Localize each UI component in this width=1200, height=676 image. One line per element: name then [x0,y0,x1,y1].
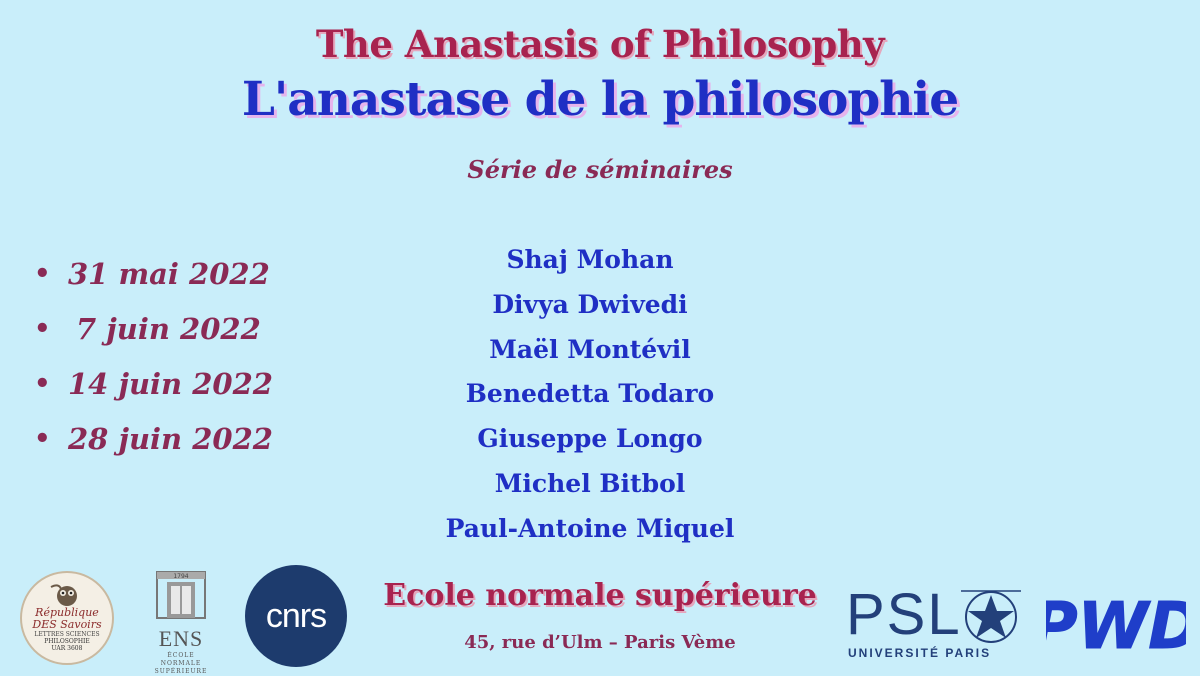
bullet-icon: • [34,368,51,399]
date-text: 28 juin 2022 [68,421,273,456]
title-english: The Anastasis of Philosophy [315,22,885,66]
psl-name: PSL [846,582,962,647]
date-item: • 31 mai 2022 [34,246,273,301]
ens-logo: 1794 ENS ÉCOLE NORMALE SUPÉRIEURE [146,568,216,675]
date-text: 31 mai 2022 [68,256,270,291]
rds-code: UAR 3608 [51,645,83,652]
speaker-name: Benedetta Todaro [465,379,715,409]
speakers-list: Shaj Mohan Divya Dwivedi Maël Montévil B… [390,238,790,552]
dates-list: • 31 mai 2022 • 7 juin 2022 • 14 juin 2022 … [34,246,273,466]
republique-des-savoirs-logo: République DES Savoirs LETTRES SCIENCES … [20,571,114,665]
rds-disciplines: LETTRES SCIENCES [34,631,100,638]
rds-title-2: DES Savoirs [32,618,102,631]
pwd-wordmark: PWD [1030,590,1200,665]
date-text: 7 juin 2022 [76,311,261,346]
pwd-text: PWD [1046,590,1186,658]
date-text: 14 juin 2022 [68,366,273,401]
psl-logo: PSL UNIVERSITÉ PARIS [846,586,1026,666]
venue-address: 45, rue d’Ulm – Paris Vème [464,632,736,653]
speaker-name: Divya Dwivedi [492,289,688,319]
psl-subtitle: UNIVERSITÉ PARIS [848,646,992,660]
bullet-icon: • [34,313,51,344]
owl-icon [50,584,77,606]
ens-name: ENS [158,626,204,651]
cnrs-text: cnrs [265,596,327,635]
date-item: • 14 juin 2022 [34,356,273,411]
speaker-name: Giuseppe Longo [477,424,703,454]
ens-year: 1794 [173,573,188,580]
title-french: L'anastase de la philosophie [241,72,959,127]
speaker-name: Maël Montévil [489,334,691,364]
bullet-icon: • [34,258,51,289]
venue-name: Ecole normale supérieure [383,578,817,613]
date-item: • 7 juin 2022 [34,301,273,356]
speaker-name: Michel Bitbol [494,468,686,498]
ens-building-icon: 1794 [156,571,206,619]
speaker-name: Shaj Mohan [506,245,674,274]
bullet-icon: • [34,423,51,454]
cnrs-logo: cnrs [245,565,347,667]
speaker-name: Paul-Antoine Miquel [445,513,735,543]
date-item: • 28 juin 2022 [34,411,273,466]
ens-sub1: ÉCOLE NORMALE [160,652,202,667]
star-icon [961,590,1021,643]
pwd-logo: PWD [1030,586,1200,665]
rds-philosophie: PHILOSOPHIE [44,638,90,645]
series-subtitle: Série de séminaires [467,155,733,184]
